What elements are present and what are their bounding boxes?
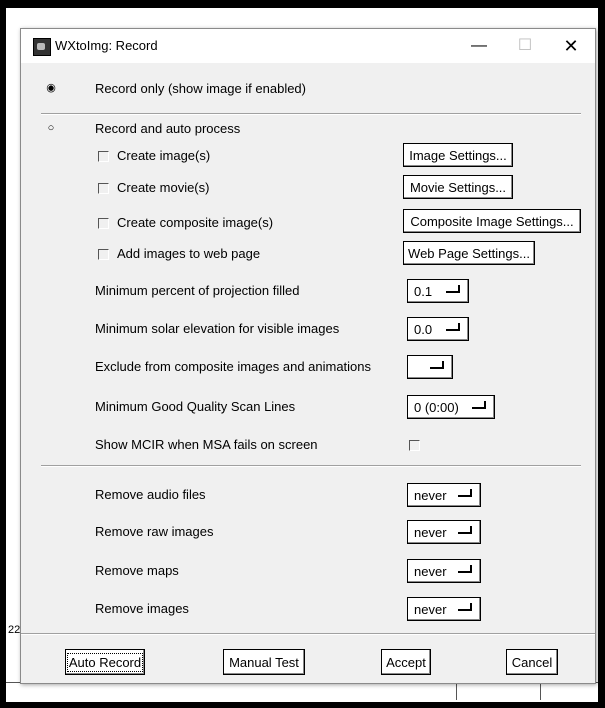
record-only-radio[interactable]: ◉ bbox=[46, 83, 56, 94]
close-button[interactable]: ✕ bbox=[551, 33, 591, 59]
option-menu-icon bbox=[458, 565, 472, 573]
exclude-composite-select[interactable] bbox=[407, 355, 453, 379]
maximize-button[interactable]: ☐ bbox=[505, 33, 545, 59]
record-only-label: Record only (show image if enabled) bbox=[95, 81, 306, 96]
min-solar-value: 0.0 bbox=[414, 322, 433, 337]
remove-images-value: never bbox=[414, 602, 447, 617]
remove-maps-value: never bbox=[414, 564, 447, 579]
min-projection-value: 0.1 bbox=[414, 284, 433, 299]
option-menu-icon bbox=[430, 361, 444, 369]
auto-process-radio[interactable]: ○ bbox=[46, 123, 56, 134]
show-mcir-checkbox[interactable] bbox=[409, 440, 420, 451]
min-scan-lines-value: 0 (0:00) bbox=[414, 400, 459, 415]
remove-audio-label: Remove audio files bbox=[95, 487, 206, 502]
min-projection-select[interactable]: 0.1 bbox=[407, 279, 469, 303]
record-dialog: WXtoImg: Record — ☐ ✕ ◉ Record only (sho… bbox=[20, 28, 596, 684]
option-menu-icon bbox=[458, 603, 472, 611]
exclude-composite-label: Exclude from composite images and animat… bbox=[95, 359, 372, 374]
min-solar-label: Minimum solar elevation for visible imag… bbox=[95, 321, 340, 336]
option-menu-icon bbox=[446, 285, 460, 293]
auto-record-button[interactable]: Auto Record bbox=[65, 649, 145, 675]
window-title: WXtoImg: Record bbox=[55, 38, 158, 53]
remove-images-select[interactable]: never bbox=[407, 597, 481, 621]
min-scan-lines-label: Minimum Good Quality Scan Lines bbox=[95, 399, 296, 414]
create-images-checkbox[interactable] bbox=[98, 151, 109, 162]
min-projection-label: Minimum percent of projection filled bbox=[95, 283, 300, 298]
minimize-button[interactable]: — bbox=[459, 33, 499, 59]
auto-process-label: Record and auto process bbox=[95, 121, 241, 136]
remove-audio-select[interactable]: never bbox=[407, 483, 481, 507]
auto-record-label: Auto Record bbox=[66, 653, 144, 672]
background-tick bbox=[456, 682, 457, 700]
min-solar-select[interactable]: 0.0 bbox=[407, 317, 469, 341]
remove-maps-label: Remove maps bbox=[95, 563, 179, 578]
background-number: 22 bbox=[8, 624, 21, 636]
separator bbox=[21, 633, 595, 635]
remove-maps-select[interactable]: never bbox=[407, 559, 481, 583]
create-images-label: Create image(s) bbox=[117, 148, 211, 163]
add-web-page-checkbox[interactable] bbox=[98, 249, 109, 260]
create-movies-label: Create movie(s) bbox=[117, 180, 210, 195]
separator bbox=[41, 465, 581, 467]
movie-settings-button[interactable]: Movie Settings... bbox=[403, 175, 513, 199]
create-movies-checkbox[interactable] bbox=[98, 183, 109, 194]
screen-border-top bbox=[0, 0, 605, 8]
option-menu-icon bbox=[472, 401, 486, 409]
min-scan-lines-select[interactable]: 0 (0:00) bbox=[407, 395, 495, 419]
remove-raw-label: Remove raw images bbox=[95, 524, 214, 539]
cancel-button[interactable]: Cancel bbox=[506, 649, 558, 675]
web-page-settings-button[interactable]: Web Page Settings... bbox=[403, 241, 535, 265]
show-mcir-label: Show MCIR when MSA fails on screen bbox=[95, 437, 318, 452]
manual-test-button[interactable]: Manual Test bbox=[223, 649, 305, 675]
option-menu-icon bbox=[458, 526, 472, 534]
option-menu-icon bbox=[446, 323, 460, 331]
screen-border-right bbox=[598, 0, 605, 708]
dialog-content: ◉ Record only (show image if enabled) ○ … bbox=[21, 63, 595, 683]
app-icon bbox=[33, 38, 51, 56]
composite-settings-button[interactable]: Composite Image Settings... bbox=[403, 209, 581, 233]
remove-raw-select[interactable]: never bbox=[407, 520, 481, 544]
remove-audio-value: never bbox=[414, 488, 447, 503]
image-settings-button[interactable]: Image Settings... bbox=[403, 143, 513, 167]
screen-border-bottom bbox=[0, 702, 605, 708]
create-composite-checkbox[interactable] bbox=[98, 218, 109, 229]
create-composite-label: Create composite image(s) bbox=[117, 215, 274, 230]
remove-images-label: Remove images bbox=[95, 601, 189, 616]
button-bar: Auto Record Manual Test Accept Cancel bbox=[21, 641, 595, 683]
accept-button[interactable]: Accept bbox=[381, 649, 431, 675]
add-web-page-label: Add images to web page bbox=[117, 246, 261, 261]
title-bar[interactable]: WXtoImg: Record — ☐ ✕ bbox=[21, 29, 595, 63]
separator bbox=[41, 113, 581, 115]
option-menu-icon bbox=[458, 489, 472, 497]
background-tick bbox=[540, 682, 541, 700]
remove-raw-value: never bbox=[414, 525, 447, 540]
screen-border-left bbox=[0, 0, 6, 708]
